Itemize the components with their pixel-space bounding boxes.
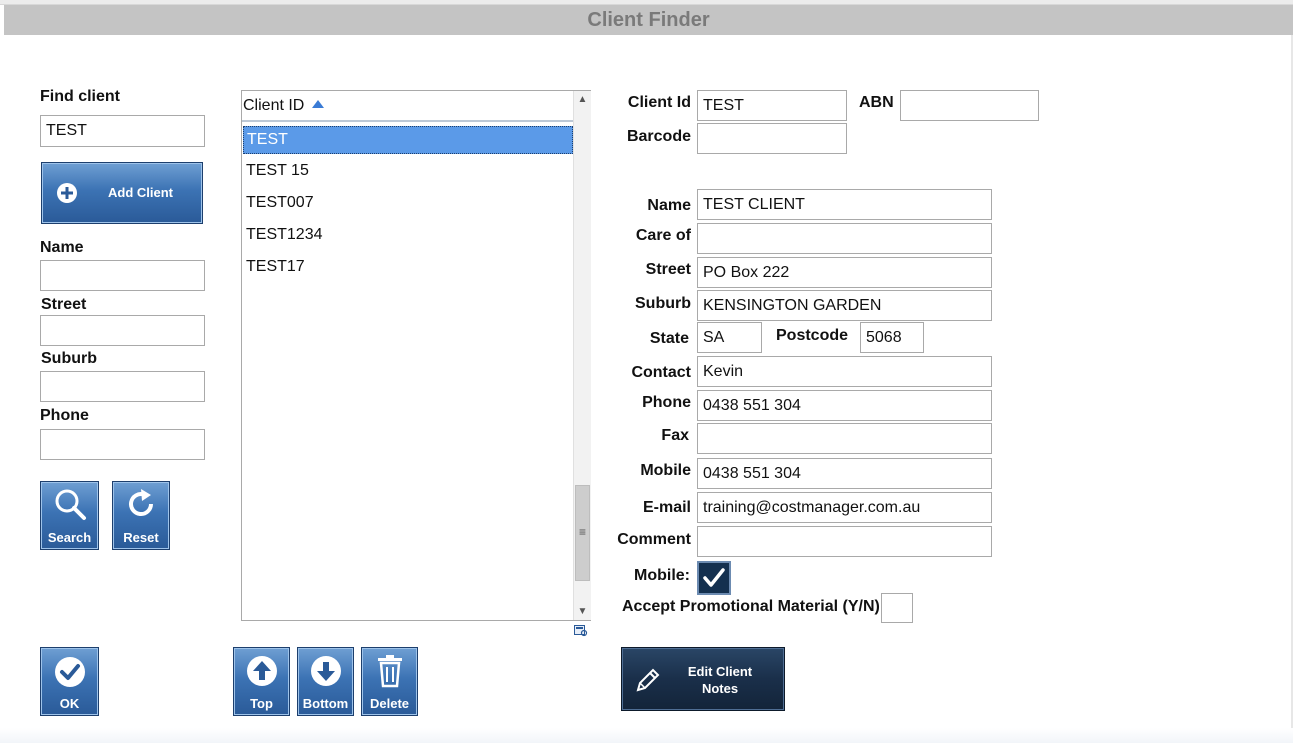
comment-label: Comment xyxy=(617,531,691,548)
list-scrollbar[interactable]: ▲ ≡ ▼ xyxy=(573,91,591,620)
client-id-label: Client Id xyxy=(627,94,691,111)
reset-button-label: Reset xyxy=(123,530,159,545)
mobile-checkbox-label: Mobile: xyxy=(634,567,690,584)
phone-field[interactable] xyxy=(697,390,992,421)
client-id-column-header[interactable]: Client ID xyxy=(242,91,573,122)
search-name-label: Name xyxy=(40,239,84,256)
arrow-up-circle-icon xyxy=(246,656,277,686)
search-street-input[interactable] xyxy=(40,315,205,346)
pencil-icon xyxy=(636,668,660,692)
bottom-button[interactable]: Bottom xyxy=(297,647,354,716)
top-button[interactable]: Top xyxy=(233,647,290,716)
find-client-input[interactable] xyxy=(40,115,205,147)
checkmark-icon xyxy=(703,568,725,587)
top-button-label: Top xyxy=(250,696,273,711)
email-label: E-mail xyxy=(642,499,691,516)
edit-client-notes-button[interactable]: Edit Client Notes xyxy=(621,647,785,711)
delete-button[interactable]: Delete xyxy=(361,647,418,716)
check-circle-icon xyxy=(54,657,85,687)
plus-circle-icon xyxy=(57,183,77,203)
trash-icon xyxy=(377,655,402,688)
list-item[interactable]: TEST17 xyxy=(243,254,573,282)
add-client-button[interactable]: Add Client xyxy=(41,162,203,224)
contact-label: Contact xyxy=(631,364,691,381)
search-suburb-input[interactable] xyxy=(40,371,205,402)
bottom-button-label: Bottom xyxy=(302,696,349,711)
scroll-thumb[interactable]: ≡ xyxy=(575,485,590,581)
reset-button[interactable]: Reset xyxy=(112,481,170,550)
refresh-icon xyxy=(129,489,154,517)
state-label: State xyxy=(649,330,689,347)
ok-button[interactable]: OK xyxy=(40,647,99,716)
name-field[interactable] xyxy=(697,189,992,220)
mobile-label: Mobile xyxy=(640,462,691,479)
postcode-field[interactable] xyxy=(860,322,924,353)
fax-field[interactable] xyxy=(697,423,992,454)
scroll-down-icon[interactable]: ▼ xyxy=(574,603,591,620)
search-icon xyxy=(55,489,86,520)
suburb-label: Suburb xyxy=(635,295,691,312)
delete-button-label: Delete xyxy=(369,696,410,711)
postcode-label: Postcode xyxy=(776,327,849,344)
add-client-label: Add Client xyxy=(108,185,173,200)
find-client-label: Find client xyxy=(40,88,120,105)
street-label: Street xyxy=(645,261,691,278)
search-button-label: Search xyxy=(47,530,92,545)
arrow-down-circle-icon xyxy=(310,656,341,686)
list-item[interactable]: TEST 15 xyxy=(243,158,573,186)
promo-label: Accept Promotional Material (Y/N) xyxy=(622,598,880,615)
search-suburb-label: Suburb xyxy=(41,350,97,367)
ok-button-label: OK xyxy=(59,696,80,711)
state-field[interactable] xyxy=(697,322,762,353)
window-bottom-edge xyxy=(0,728,1293,743)
search-phone-label: Phone xyxy=(40,407,89,424)
mobile-checkbox[interactable] xyxy=(697,561,731,595)
contact-field[interactable] xyxy=(697,356,992,387)
barcode-field[interactable] xyxy=(697,123,847,154)
street-field[interactable] xyxy=(697,257,992,288)
list-item[interactable]: TEST007 xyxy=(243,190,573,218)
scroll-up-icon[interactable]: ▲ xyxy=(574,91,591,108)
mobile-field[interactable] xyxy=(697,458,992,489)
search-button[interactable]: Search xyxy=(40,481,99,550)
sort-ascending-icon xyxy=(311,100,324,108)
list-item[interactable]: TEST xyxy=(243,126,573,154)
comment-field[interactable] xyxy=(697,526,992,557)
email-field[interactable] xyxy=(697,492,992,523)
fax-label: Fax xyxy=(661,427,689,444)
abn-label: ABN xyxy=(859,94,894,111)
phone-label: Phone xyxy=(642,394,691,411)
barcode-label: Barcode xyxy=(626,128,691,145)
list-search-icon[interactable] xyxy=(574,625,588,637)
window-title: Client Finder xyxy=(4,5,1293,35)
care-of-label: Care of xyxy=(635,227,691,244)
client-id-header-label: Client ID xyxy=(243,97,305,114)
edit-client-notes-label: Edit Client Notes xyxy=(687,664,753,696)
suburb-field[interactable] xyxy=(697,290,992,321)
client-list[interactable]: Client ID TEST TEST 15 TEST007 TEST1234 … xyxy=(241,90,591,621)
search-name-input[interactable] xyxy=(40,260,205,291)
name-label: Name xyxy=(647,197,691,214)
list-item[interactable]: TEST1234 xyxy=(243,222,573,250)
abn-field[interactable] xyxy=(900,90,1039,121)
search-street-label: Street xyxy=(41,296,87,313)
promo-checkbox[interactable] xyxy=(881,593,913,623)
client-id-field[interactable] xyxy=(697,90,847,121)
search-phone-input[interactable] xyxy=(40,429,205,460)
care-of-field[interactable] xyxy=(697,223,992,254)
